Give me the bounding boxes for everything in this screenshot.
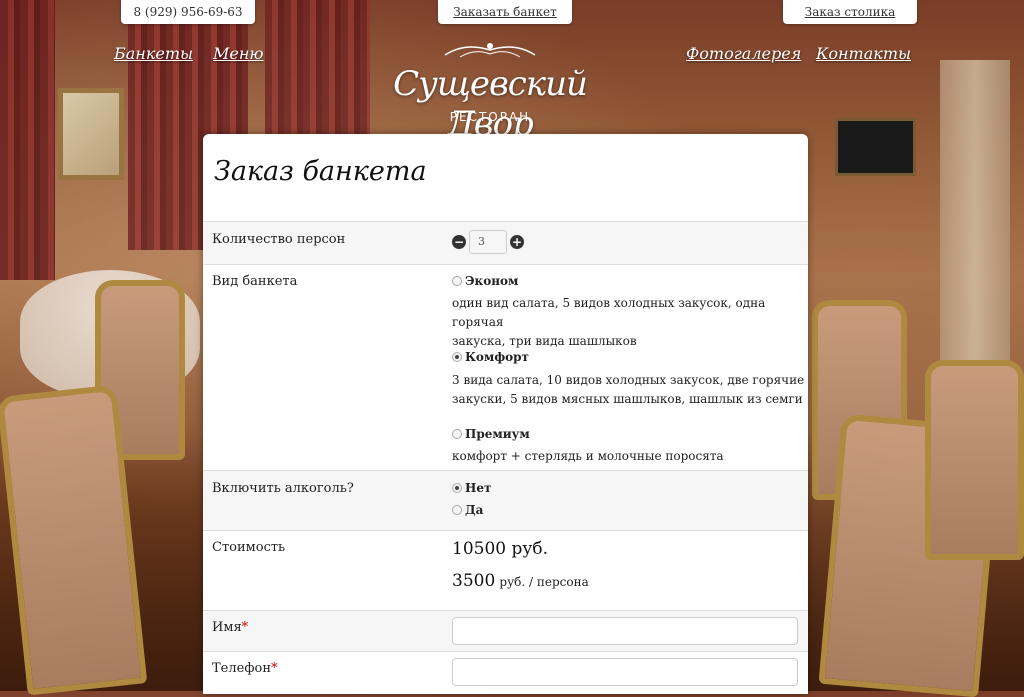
option-title: Премиум [465, 427, 530, 441]
option-title: Комфорт [465, 350, 529, 364]
option-title: Эконом [465, 274, 519, 288]
description-line: закуска, три вида шашлыков [452, 334, 637, 348]
per-person-unit: руб. / персона [499, 575, 589, 589]
name-label: Имя* [212, 620, 248, 635]
page-title: Заказ банкета [214, 156, 427, 187]
option-description: один вид салата, 5 видов холодных закусо… [452, 294, 808, 351]
background-curtain [0, 0, 55, 280]
nav-banquets[interactable]: Банкеты [114, 44, 193, 63]
persons-label: Количество персон [212, 232, 346, 247]
description-line: комфорт + стерлядь и молочные поросята [452, 449, 724, 463]
required-mark: * [270, 661, 278, 676]
econom-radio[interactable] [452, 275, 462, 286]
cost-label: Стоимость [212, 540, 286, 555]
description-line: один вид салата, 5 видов холодных закусо… [452, 296, 766, 329]
restaurant-logo[interactable]: Сущевский Двор РЕСТОРАН [370, 38, 610, 144]
banquet-type-row: Вид банкета Эконом один вид салата, 5 ви… [203, 264, 808, 470]
alcohol-label: Включить алкоголь? [212, 481, 354, 496]
description-line: 3 вида салата, 10 видов холодных закусок… [452, 373, 805, 387]
background-chair [925, 360, 1024, 560]
option-no[interactable]: Нет [452, 481, 491, 496]
no-radio[interactable] [452, 482, 462, 493]
cost-row: Стоимость 10500 руб. 3500 руб. / персона [203, 530, 808, 610]
alcohol-row: Включить алкоголь? Нет Да [203, 470, 808, 530]
phone-row: Телефон* [203, 651, 808, 694]
order-table-link[interactable]: Заказ столика [783, 0, 917, 24]
name-label-text: Имя [212, 620, 242, 635]
required-mark: * [241, 620, 249, 635]
minus-button[interactable]: − [452, 235, 466, 249]
crown-ornament-icon [444, 43, 536, 58]
yes-radio[interactable] [452, 504, 462, 515]
background-tv [835, 118, 916, 176]
nav-contacts[interactable]: Контакты [816, 44, 911, 63]
header-phone: 8 (929) 956-69-63 [121, 0, 255, 24]
option-description: 3 вида салата, 10 видов холодных закусок… [452, 371, 804, 409]
option-econom[interactable]: Эконом [452, 274, 518, 289]
total-price: 10500 руб. [452, 539, 549, 559]
background-mirror [58, 88, 124, 180]
background-pillar [940, 60, 1010, 380]
name-row: Имя* [203, 610, 808, 651]
banquet-order-form: Заказ банкета Количество персон − 3 + Ви… [203, 134, 808, 694]
phone-label-text: Телефон [212, 661, 271, 676]
logo-subtitle: РЕСТОРАН [449, 110, 531, 124]
banquet-type-label: Вид банкета [212, 274, 298, 289]
option-yes[interactable]: Да [452, 503, 483, 518]
description-line: закуски, 5 видов мясных шашлыков, шашлык… [452, 392, 803, 406]
per-person-price: 3500 руб. / персона [452, 571, 589, 591]
option-title: Нет [465, 481, 492, 495]
name-input[interactable] [452, 617, 798, 645]
logo-name: Сущевский Двор [393, 64, 588, 144]
option-premium[interactable]: Премиум [452, 427, 530, 442]
plus-button[interactable]: + [510, 235, 524, 249]
per-person-value: 3500 [452, 571, 496, 591]
order-banquet-link[interactable]: Заказать банкет [438, 0, 572, 24]
persons-row: Количество персон − 3 + [203, 221, 808, 264]
comfort-radio[interactable] [452, 351, 462, 362]
persons-input[interactable]: 3 [469, 230, 507, 254]
persons-stepper: − 3 + [452, 230, 524, 254]
option-description: комфорт + стерлядь и молочные поросята [452, 447, 724, 466]
premium-radio[interactable] [452, 428, 462, 439]
option-title: Да [465, 503, 484, 517]
phone-label: Телефон* [212, 661, 277, 676]
phone-input[interactable] [452, 658, 798, 686]
option-comfort[interactable]: Комфорт [452, 350, 529, 365]
nav-menu[interactable]: Меню [213, 44, 263, 63]
nav-gallery[interactable]: Фотогалерея [686, 44, 801, 63]
